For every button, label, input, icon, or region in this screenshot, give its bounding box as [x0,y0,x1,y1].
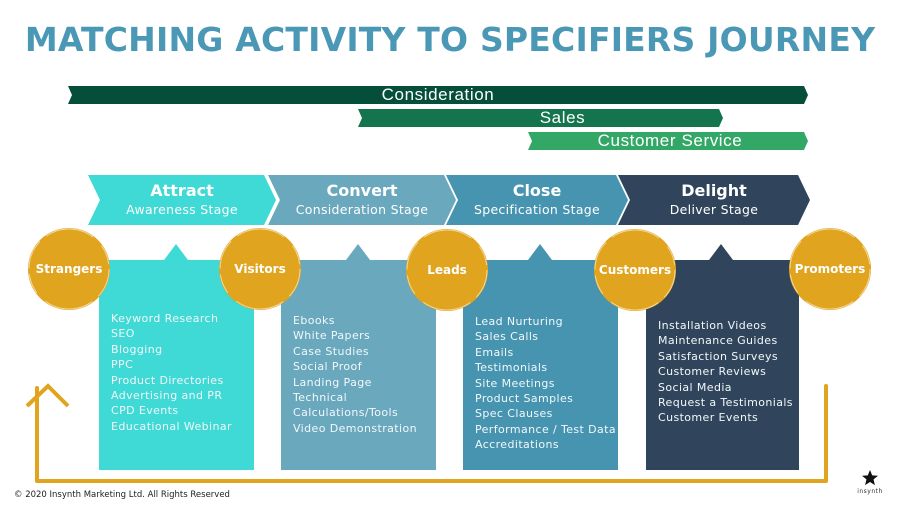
activity-item: White Papers [293,329,371,343]
activity-item: Lead Nurturing [475,315,564,328]
activity-item: Landing Page [293,375,372,389]
star-icon [862,470,878,486]
panel-delight-notch [709,244,733,260]
panel-convert-notch [346,244,370,260]
activity-item: Technical [293,391,348,405]
logo-text: insynth [857,488,883,495]
activity-item: Advertising and PR [111,389,223,403]
panel-attract-notch [164,244,188,260]
activity-item: Testimonials [475,361,548,375]
activity-item: Customer Reviews [658,365,767,379]
persona-label: Strangers [35,262,103,276]
activity-item: Social Media [658,380,732,394]
activity-item: Installation Videos [658,319,767,332]
activity-item: Social Proof [293,360,362,374]
activity-item: Accreditations [475,438,559,452]
persona-label: Customers [598,263,672,277]
attract-activity-list: Keyword Research SEO Blogging PPC Produc… [111,311,232,434]
persona-customers: Customers [594,229,676,311]
persona-visitors: Visitors [219,228,301,310]
panel-close-notch [528,244,552,260]
activity-item: Performance / Test Data [475,422,617,436]
activity-item: Maintenance Guides [658,334,778,348]
close-activity-list: Lead Nurturing Sales Calls Emails Testim… [475,314,616,453]
activity-item: Blogging [111,342,163,356]
insynth-logo: insynth [855,470,885,495]
persona-label: Leads [427,263,467,277]
activity-item: PPC [111,358,134,372]
activity-item: Case Studies [293,344,370,358]
activity-item: Calculations/Tools [293,406,399,420]
copyright-footer: © 2020 Insynth Marketing Ltd. All Rights… [14,490,230,500]
activity-item: SEO [111,327,135,341]
activity-item: Spec Clauses [475,407,553,421]
persona-label: Visitors [234,262,286,276]
activity-item: Ebooks [293,314,335,327]
activity-item: Product Directories [111,373,224,387]
activity-item: Customer Events [658,411,759,425]
activity-item: Sales Calls [475,330,539,344]
activity-item: Educational Webinar [111,419,232,433]
activity-item: Satisfaction Surveys [658,349,779,363]
activity-item: Product Samples [475,392,574,406]
activity-item: Request a Testimonials [658,396,793,410]
activity-item: Video Demonstration [293,421,417,435]
persona-leads: Leads [406,229,488,311]
delight-activity-list: Installation Videos Maintenance Guides S… [658,318,793,426]
persona-promoters: Promoters [789,228,871,310]
activity-item: Emails [475,345,514,359]
activity-item: CPD Events [111,404,179,418]
persona-label: Promoters [794,262,866,276]
loop-arrow-head [25,383,70,408]
activity-item: Site Meetings [475,376,555,390]
convert-activity-list: Ebooks White Papers Case Studies Social … [293,313,417,436]
persona-strangers: Strangers [28,228,110,310]
activity-item: Keyword Research [111,312,219,325]
